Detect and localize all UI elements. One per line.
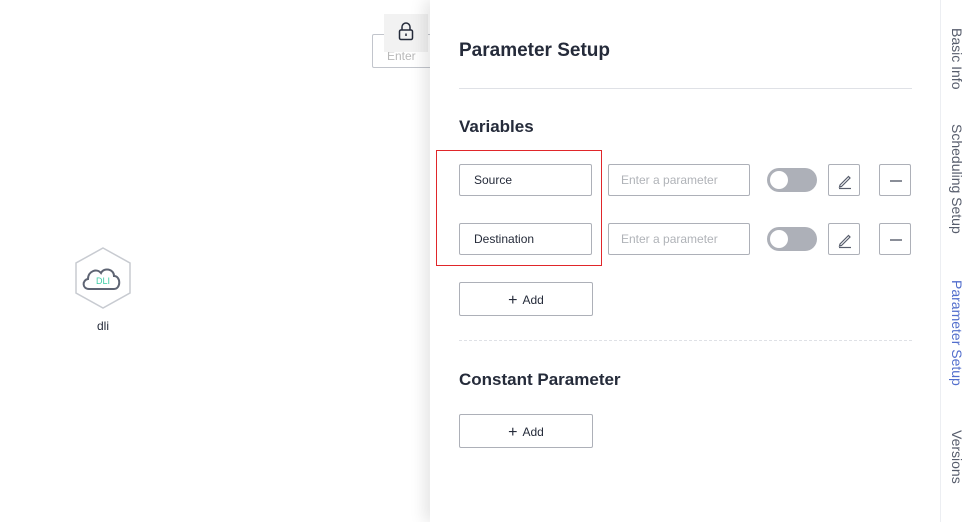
- add-variable-button[interactable]: + Add: [459, 282, 593, 316]
- variable-toggle[interactable]: [767, 168, 817, 192]
- cloud-icon: DLI: [75, 247, 131, 309]
- constant-parameter-title: Constant Parameter: [459, 370, 621, 389]
- plus-icon: +: [508, 424, 518, 441]
- add-constant-label: Add: [522, 425, 544, 439]
- tab-versions[interactable]: Versions: [949, 430, 965, 484]
- minus-icon: [890, 180, 902, 182]
- workflow-canvas[interactable]: DLI dli Enter: [0, 0, 442, 522]
- dli-node[interactable]: DLI dli: [68, 245, 138, 345]
- toggle-knob: [770, 230, 788, 248]
- lock-button[interactable]: [384, 14, 428, 52]
- add-constant-button[interactable]: + Add: [459, 414, 593, 448]
- remove-button[interactable]: [879, 223, 911, 255]
- pencil-icon: [838, 175, 851, 190]
- node-label: dli: [96, 319, 109, 333]
- variable-toggle[interactable]: [767, 227, 817, 251]
- section-divider: [459, 340, 912, 341]
- drawer-title: Parameter Setup: [459, 40, 611, 61]
- pencil-icon: [838, 234, 851, 249]
- variables-title: Variables: [459, 117, 534, 136]
- title-divider: [459, 88, 912, 89]
- remove-button[interactable]: [879, 164, 911, 196]
- toggle-knob: [770, 171, 788, 189]
- add-variable-label: Add: [522, 293, 544, 307]
- edit-button[interactable]: [828, 164, 860, 196]
- tab-basic-info[interactable]: Basic Info: [949, 28, 965, 89]
- highlight-box: [436, 150, 602, 266]
- variable-value-input[interactable]: [608, 164, 750, 196]
- variable-value-input[interactable]: [608, 223, 750, 255]
- lock-icon: [398, 22, 414, 41]
- tab-parameter-setup[interactable]: Parameter Setup: [949, 280, 965, 386]
- parameter-setup-drawer: Parameter Setup Variables Source Destina…: [430, 0, 940, 522]
- side-tab-rail: Basic Info Scheduling Setup Parameter Se…: [940, 0, 971, 522]
- tab-scheduling-setup[interactable]: Scheduling Setup: [949, 124, 965, 234]
- minus-icon: [890, 239, 902, 241]
- plus-icon: +: [508, 292, 518, 309]
- edit-button[interactable]: [828, 223, 860, 255]
- dli-node-icon-text: DLI: [96, 276, 110, 286]
